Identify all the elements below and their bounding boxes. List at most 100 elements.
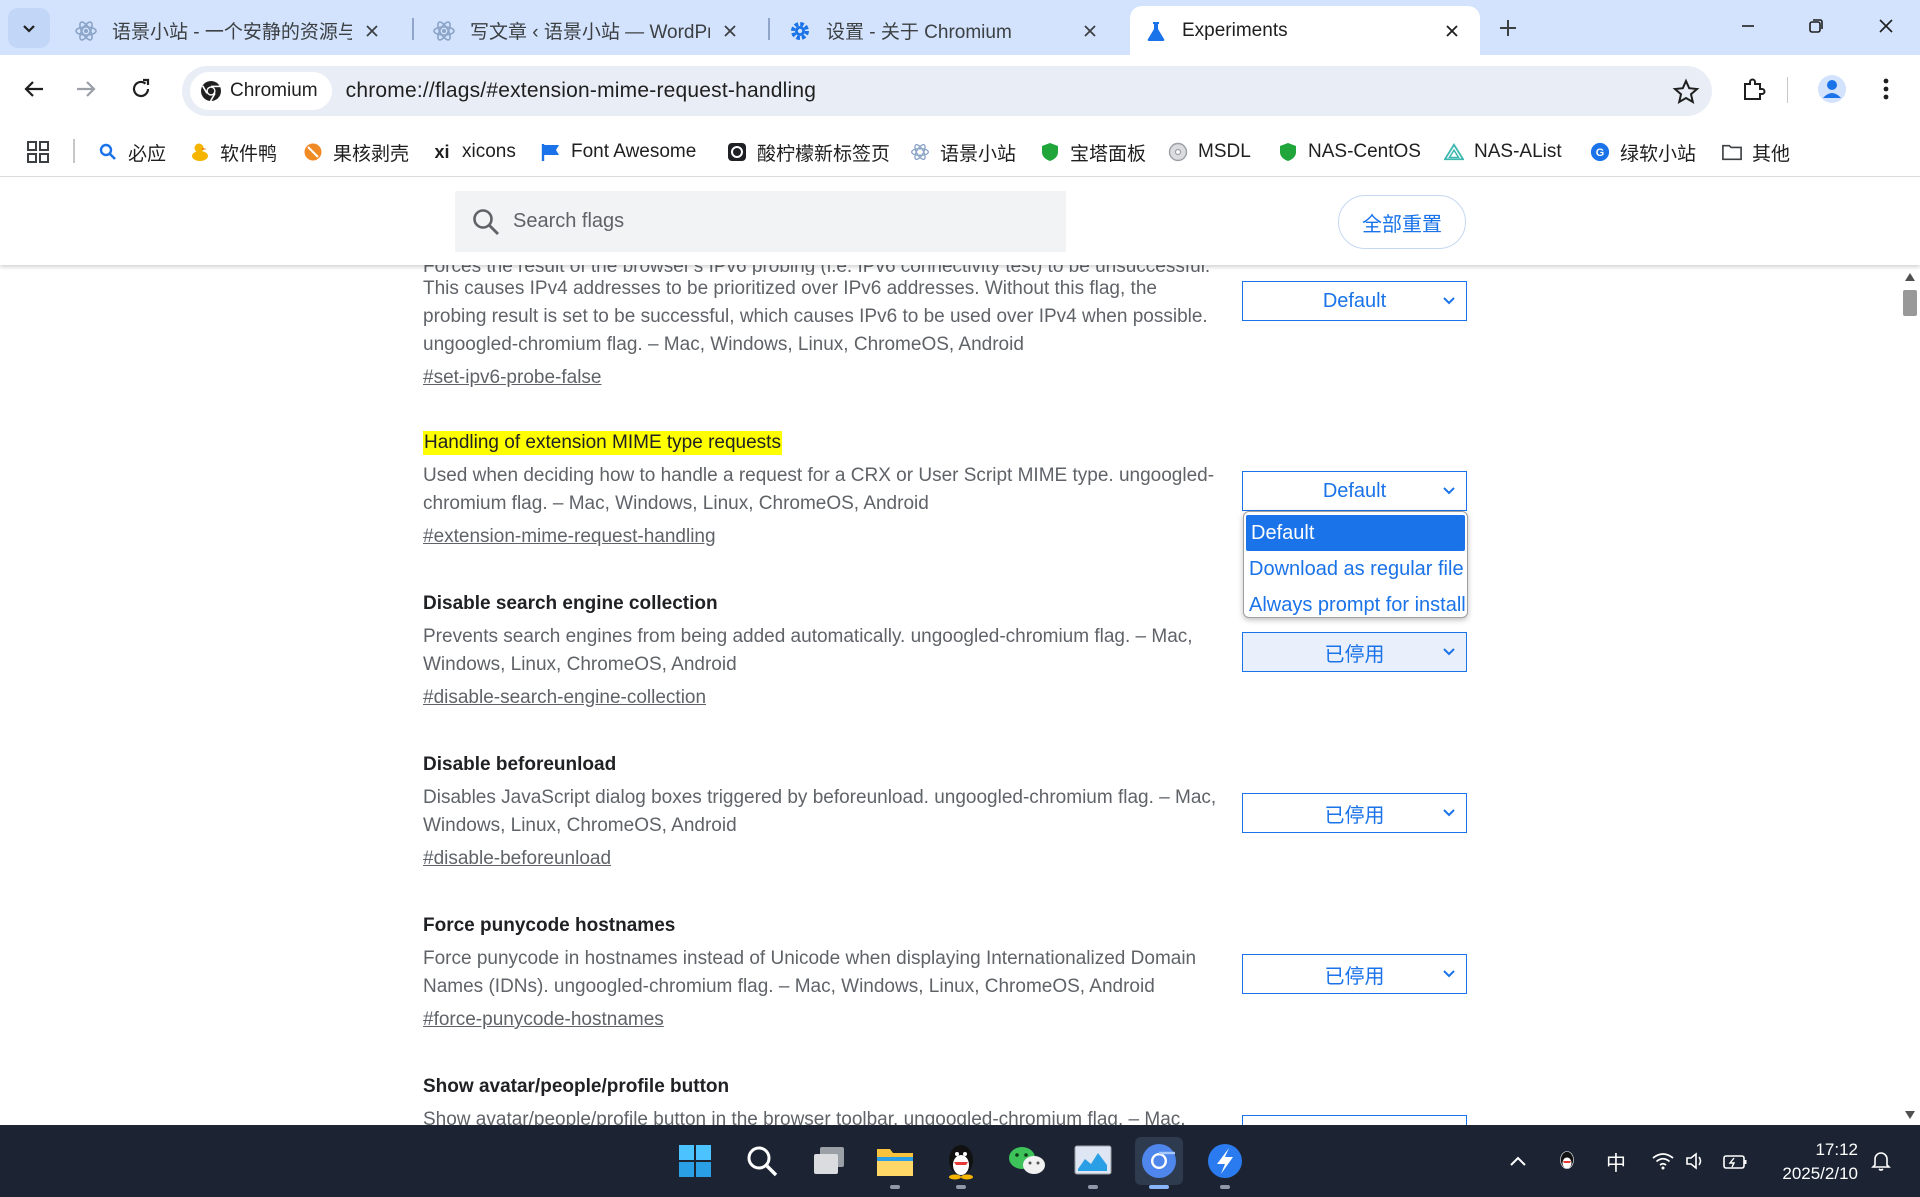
bookmark-folder-other[interactable]: 其他 — [1722, 136, 1790, 168]
close-icon[interactable] — [718, 19, 742, 43]
bookmark-baota[interactable]: 宝塔面板 — [1040, 136, 1146, 168]
scroll-down-icon[interactable] — [1905, 1111, 1915, 1119]
profile-button[interactable] — [1812, 69, 1852, 109]
qq-penguin-icon — [1560, 1151, 1574, 1169]
tab-wordpress-edit[interactable]: 写文章 ‹ 语景小站 — WordPre — [418, 6, 758, 55]
bookmark-xicons[interactable]: xi xicons — [432, 136, 515, 168]
task-view-icon — [814, 1147, 844, 1174]
shield-icon — [1040, 142, 1060, 162]
dropdown-option-default[interactable]: Default — [1246, 515, 1465, 551]
search-icon — [747, 1146, 778, 1177]
forward-button[interactable] — [64, 67, 108, 111]
address-bar[interactable]: Chromium chrome://flags/#extension-mime-… — [182, 66, 1712, 116]
flag-link[interactable]: #force-punycode-hostnames — [423, 1007, 664, 1033]
battery-icon[interactable] — [1720, 1147, 1750, 1175]
task-view-button[interactable] — [805, 1137, 853, 1185]
page-scrollbar[interactable] — [1900, 265, 1920, 1125]
flag-link[interactable]: #extension-mime-request-handling — [423, 524, 716, 550]
flag-description: This causes IPv4 addresses to be priorit… — [423, 278, 1208, 355]
bookmark-label: 必应 — [128, 143, 167, 165]
window-close-button[interactable] — [1858, 6, 1914, 46]
close-icon[interactable] — [360, 19, 384, 43]
bookmark-bing[interactable]: 必应 — [98, 136, 166, 168]
bookmark-lvruan[interactable]: G 绿软小站 — [1590, 136, 1696, 168]
volume-icon[interactable] — [1681, 1147, 1711, 1175]
gear-icon — [788, 19, 812, 43]
flag-select-disable-search-engine-collection[interactable]: 已停用 — [1242, 632, 1467, 672]
tray-overflow-button[interactable] — [1503, 1147, 1533, 1175]
close-icon[interactable] — [1078, 19, 1102, 43]
wifi-icon[interactable] — [1648, 1147, 1678, 1175]
taskbar-monitor-app[interactable] — [1069, 1137, 1117, 1189]
reload-button[interactable] — [119, 67, 163, 111]
flags-header: 全部重置 — [0, 177, 1920, 265]
bookmark-label: NAS-AList — [1474, 141, 1562, 162]
atom-icon — [432, 19, 456, 43]
apps-grid-icon[interactable] — [26, 140, 50, 164]
flag-select-force-punycode-hostnames[interactable]: 已停用 — [1242, 954, 1467, 994]
taskbar-chromium[interactable] — [1135, 1137, 1183, 1189]
chart-window-icon — [1074, 1145, 1112, 1175]
search-flags-input[interactable] — [513, 210, 1013, 233]
taskbar-clock[interactable]: 17:12 2025/2/10 — [1768, 1138, 1858, 1186]
taskbar-wechat[interactable] — [1003, 1137, 1051, 1185]
flag-link[interactable]: #set-ipv6-probe-false — [423, 365, 601, 391]
new-tab-button[interactable] — [1490, 12, 1526, 44]
tab-settings-about[interactable]: 设置 - 关于 Chromium — [774, 6, 1118, 55]
bookmark-label: 其他 — [1752, 143, 1791, 165]
tab-yujing-home[interactable]: 语景小站 - 一个安静的资源与技 — [60, 6, 400, 55]
restore-button[interactable] — [1788, 6, 1844, 46]
taskbar-search-button[interactable] — [738, 1137, 786, 1185]
tab-experiments[interactable]: Experiments — [1130, 6, 1480, 55]
clock-time: 17:12 — [1815, 1140, 1858, 1159]
flag-link[interactable]: #disable-beforeunload — [423, 846, 611, 872]
tray-qq-icon[interactable] — [1552, 1147, 1582, 1175]
svg-text:G: G — [1596, 147, 1604, 159]
url-text[interactable]: chrome://flags/#extension-mime-request-h… — [346, 79, 816, 103]
bookmark-ruanjianya[interactable]: 软件鸭 — [190, 136, 277, 168]
reset-all-button[interactable]: 全部重置 — [1338, 195, 1466, 249]
scrollbar-thumb[interactable] — [1903, 290, 1917, 316]
minimize-button[interactable] — [1720, 6, 1776, 46]
bookmark-msdl[interactable]: MSDL — [1168, 136, 1251, 168]
taskbar-qq[interactable] — [937, 1137, 985, 1189]
close-icon[interactable] — [1440, 19, 1464, 43]
flag-select-extension-mime-request-handling[interactable]: Default — [1242, 471, 1467, 511]
start-button[interactable] — [671, 1137, 719, 1185]
flag-select-show-avatar-button[interactable] — [1242, 1115, 1467, 1125]
scroll-up-icon[interactable] — [1905, 273, 1915, 281]
flag-link[interactable]: #disable-search-engine-collection — [423, 685, 706, 711]
flag-select-disable-beforeunload[interactable]: 已停用 — [1242, 793, 1467, 833]
bookmark-nas-alist[interactable]: NAS-AList — [1444, 136, 1562, 168]
bookmark-guohe[interactable]: 果核剥壳 — [303, 136, 409, 168]
triangle-icon — [1444, 142, 1464, 162]
bookmark-lemon-newtab[interactable]: 酸柠檬新标签页 — [727, 136, 890, 168]
tab-title: Experiments — [1182, 19, 1288, 41]
bookmark-label: Font Awesome — [571, 141, 697, 162]
bookmark-nas-centos[interactable]: NAS-CentOS — [1278, 136, 1421, 168]
search-flags-box[interactable] — [455, 191, 1066, 252]
taskbar-file-explorer[interactable] — [871, 1137, 919, 1189]
bookmark-star-icon[interactable] — [1672, 78, 1700, 106]
running-indicator — [1088, 1185, 1098, 1189]
site-info-chip[interactable]: Chromium — [190, 72, 332, 110]
plus-icon — [1500, 20, 1516, 36]
back-button[interactable] — [12, 67, 56, 111]
extensions-button[interactable] — [1734, 69, 1774, 109]
qq-penguin-icon — [949, 1145, 973, 1180]
ime-indicator[interactable]: 中 — [1601, 1147, 1631, 1175]
taskbar-thunder-app[interactable] — [1201, 1137, 1249, 1189]
lemon-icon — [727, 142, 747, 162]
bookmark-yujing[interactable]: 语景小站 — [910, 136, 1016, 168]
dropdown-option-always-prompt[interactable]: Always prompt for install — [1244, 587, 1467, 623]
browser-toolbar: Chromium chrome://flags/#extension-mime-… — [0, 55, 1920, 127]
dropdown-option-download-regular[interactable]: Download as regular file — [1244, 551, 1467, 587]
bookmark-font-awesome[interactable]: Font Awesome — [541, 136, 696, 168]
tab-search-button[interactable] — [8, 8, 50, 48]
select-value: 已停用 — [1324, 643, 1385, 666]
flag-description: Show avatar/people/profile button in the… — [423, 1109, 1186, 1125]
notifications-button[interactable] — [1866, 1147, 1896, 1175]
menu-button[interactable] — [1866, 69, 1906, 109]
flag-name: Force punycode hostnames — [423, 915, 676, 936]
flag-select-set-ipv6-probe-false[interactable]: Default — [1242, 281, 1467, 321]
